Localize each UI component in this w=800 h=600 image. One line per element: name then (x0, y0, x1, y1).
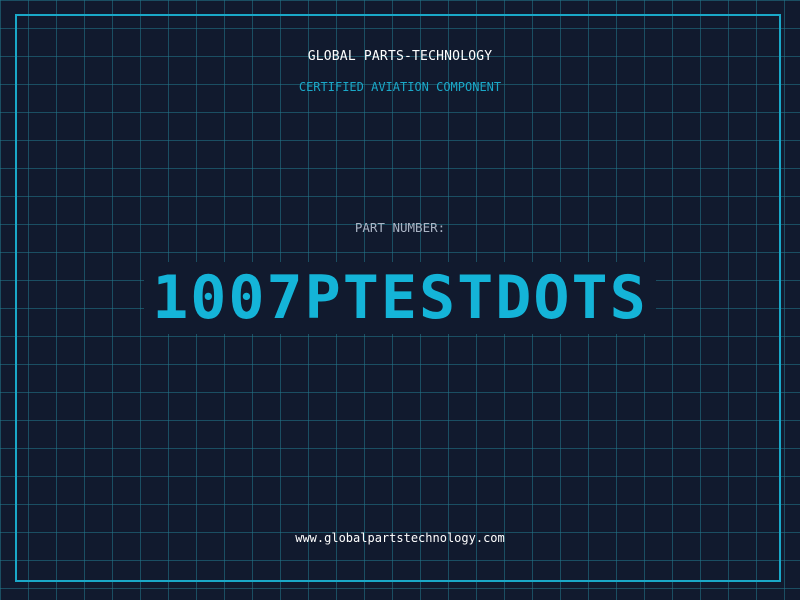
label-canvas: GLOBAL PARTS-TECHNOLOGY CERTIFIED AVIATI… (0, 0, 800, 600)
certification-tagline: CERTIFIED AVIATION COMPONENT (298, 80, 502, 94)
part-number-label: PART NUMBER: (354, 220, 446, 235)
part-number-value: 1007PTESTDOTS (144, 262, 656, 334)
website-url[interactable]: www.globalpartstechnology.com (0, 531, 800, 545)
part-number-container: 1007PTESTDOTS (0, 262, 800, 334)
company-name: GLOBAL PARTS-TECHNOLOGY (307, 49, 493, 64)
